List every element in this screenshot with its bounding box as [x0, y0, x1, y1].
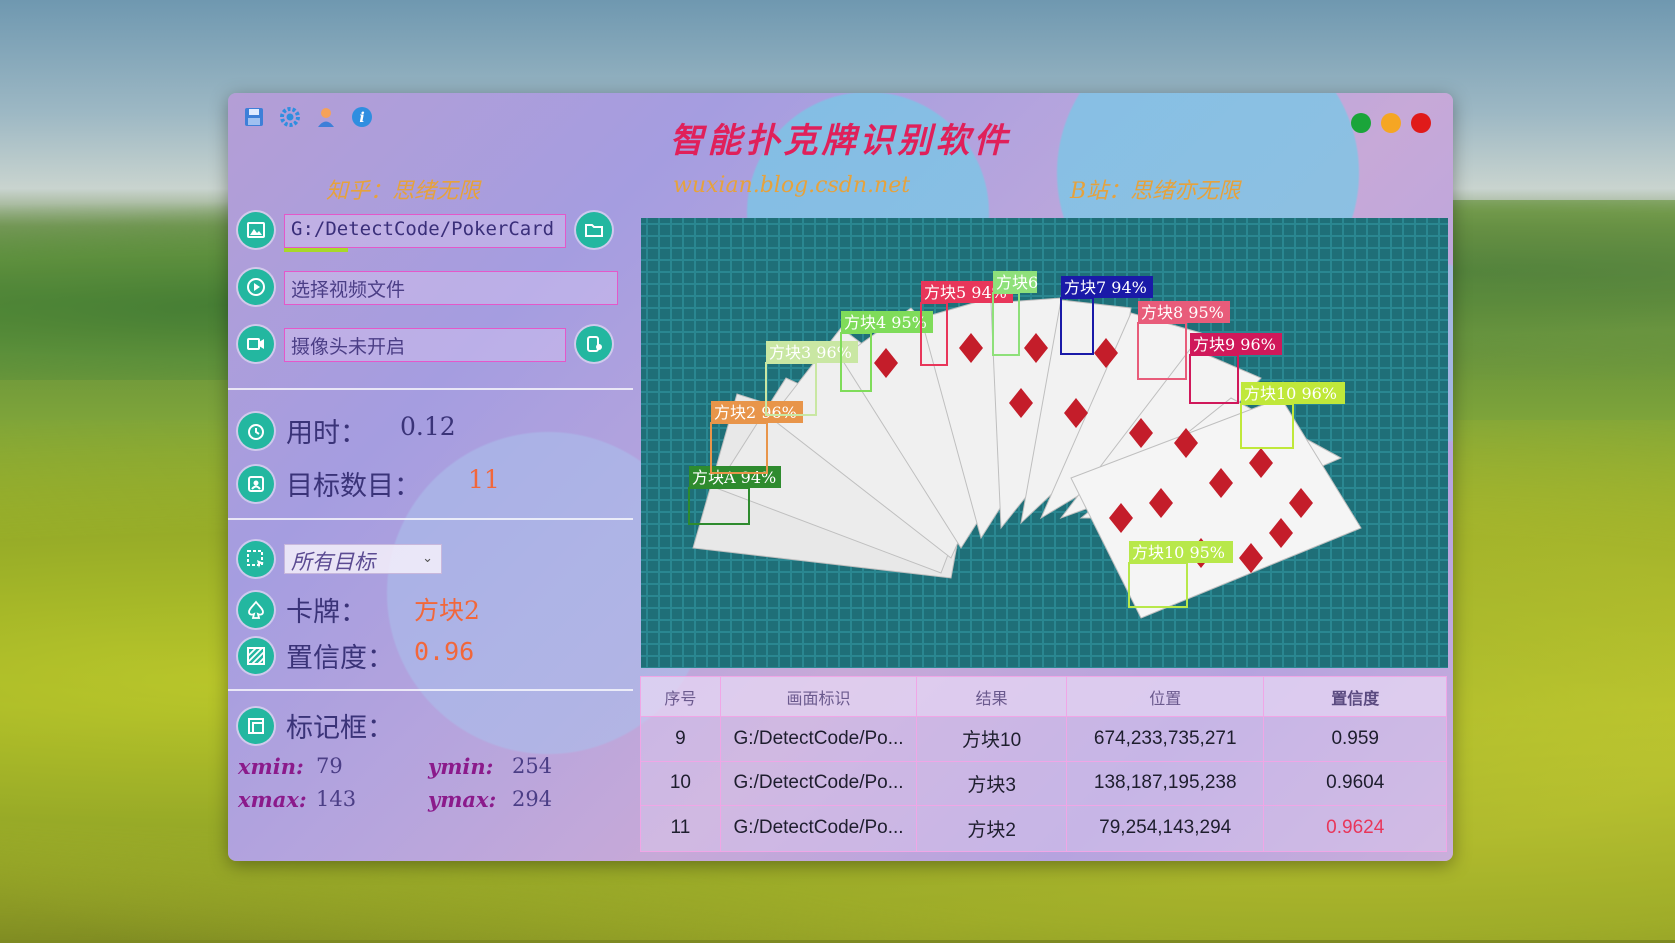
confidence-row: 置信度：	[238, 636, 394, 675]
table-header: 序号 画面标识 结果 位置 置信度	[641, 677, 1446, 717]
count-label: 目标数目：	[286, 471, 421, 502]
card-row: 卡牌：	[238, 590, 367, 629]
xmin-label: xmin:	[238, 754, 304, 779]
cell-source: G:/DetectCode/Po...	[721, 717, 918, 761]
table-row[interactable]: 9 G:/DetectCode/Po... 方块10 674,233,735,2…	[641, 717, 1446, 762]
maximize-button[interactable]	[1381, 113, 1401, 133]
xmax-value: 143	[316, 787, 357, 811]
col-result-header[interactable]: 结果	[917, 677, 1067, 716]
cell-index: 10	[641, 761, 721, 805]
confidence-value: 0.96	[414, 637, 475, 666]
detection-label: 方块6	[996, 273, 1038, 292]
cell-source: G:/DetectCode/Po...	[721, 806, 918, 851]
cell-result: 方块2	[917, 806, 1067, 851]
time-value: 0.12	[400, 412, 456, 441]
time-row: 用时：	[238, 411, 367, 450]
poker-cards-image: 方块A 94%方块2 96%方块3 96%方块4 95%方块5 94%方块6 方块…	[641, 218, 1448, 668]
cell-position: 674,233,735,271	[1067, 717, 1265, 761]
camera-icon[interactable]	[238, 326, 274, 362]
ymin-value: 254	[512, 754, 553, 778]
detection-label: 方块7 94%	[1064, 278, 1147, 297]
detection-label: 方块A 94%	[692, 468, 776, 487]
image-row	[238, 212, 274, 248]
detection-label: 方块8 95%	[1141, 303, 1224, 322]
table-row[interactable]: 10 G:/DetectCode/Po... 方块3 138,187,195,2…	[641, 761, 1446, 806]
detection-label: 方块9 96%	[1193, 335, 1276, 354]
ymax-label: ymax:	[428, 787, 497, 812]
cell-result: 方块10	[917, 717, 1067, 761]
bilibili-credit: B站：思绪亦无限	[1070, 179, 1241, 204]
detection-label: 方块10 95%	[1132, 543, 1225, 562]
section-divider	[228, 518, 633, 520]
count-row: 目标数目：	[238, 464, 421, 503]
col-confidence-header[interactable]: 置信度	[1264, 677, 1446, 716]
image-path-field[interactable]: G:/DetectCode/PokerCard	[284, 214, 566, 248]
target-select-row	[238, 541, 274, 577]
detection-label: 方块3 96%	[769, 343, 852, 362]
spade-icon	[238, 591, 274, 628]
cell-confidence: 0.9624	[1326, 817, 1385, 839]
detection-label: 方块2 96%	[714, 403, 797, 422]
cell-index: 11	[641, 806, 721, 851]
camera-row	[238, 326, 274, 362]
section-divider	[228, 388, 633, 390]
target-select[interactable]: 所有目标 ⌄	[284, 544, 442, 574]
video-file-field[interactable]: 选择视频文件	[284, 271, 618, 305]
app-window: i 智能扑克牌识别软件 知乎：思绪无限 wuxian.blog.csdn.net…	[228, 93, 1453, 861]
cell-source: G:/DetectCode/Po...	[721, 761, 918, 805]
ymax-value: 294	[512, 787, 553, 811]
detection-image: 方块A 94% 方块2 96% 方块3 96% 方块4 95% 方块5 94% 方块6 方块…	[641, 218, 1448, 668]
bbox-row: 标记框：	[238, 706, 394, 745]
col-source-header[interactable]: 画面标识	[721, 677, 918, 716]
chevron-down-icon: ⌄	[422, 551, 433, 566]
section-divider	[228, 689, 633, 691]
video-play-icon[interactable]	[238, 269, 274, 305]
col-position-header[interactable]: 位置	[1067, 677, 1265, 716]
zhihu-credit: 知乎：思绪无限	[326, 179, 481, 204]
card-label: 卡牌：	[286, 597, 367, 628]
blog-credit: wuxian.blog.csdn.net	[673, 173, 911, 198]
bounding-box-icon	[238, 707, 274, 744]
app-title: 智能扑克牌识别软件	[669, 121, 1012, 161]
camera-toggle-icon[interactable]	[576, 326, 612, 362]
confidence-label: 置信度：	[286, 643, 394, 674]
image-open-icon[interactable]	[238, 212, 274, 248]
target-select-value: 所有目标	[291, 550, 375, 574]
xmin-value: 79	[316, 754, 343, 778]
table-row-selected[interactable]: 11 G:/DetectCode/Po... 方块2 79,254,143,29…	[641, 806, 1446, 851]
control-panel: G:/DetectCode/PokerCard 选择视频文件 摄像头未开启 用时…	[228, 208, 638, 858]
target-count-icon	[238, 465, 274, 502]
select-target-icon	[238, 541, 274, 577]
video-row	[238, 269, 274, 305]
xmax-label: xmax:	[238, 787, 307, 812]
confidence-icon	[238, 637, 274, 674]
cell-index: 9	[641, 717, 721, 761]
window-controls	[1351, 113, 1431, 133]
time-label: 用时：	[286, 418, 367, 449]
cell-confidence: 0.959	[1331, 727, 1379, 749]
timer-icon	[238, 412, 274, 449]
close-button[interactable]	[1411, 113, 1431, 133]
card-value: 方块2	[414, 596, 480, 625]
detection-label: 方块4 95%	[844, 313, 927, 332]
folder-open-icon[interactable]	[576, 212, 612, 248]
detection-label: 方块10 96%	[1244, 384, 1337, 403]
cell-position: 79,254,143,294	[1067, 806, 1265, 851]
ymin-label: ymin:	[428, 754, 494, 779]
count-value: 11	[468, 465, 500, 494]
cell-position: 138,187,195,238	[1067, 761, 1265, 805]
bbox-label: 标记框：	[286, 713, 394, 744]
cell-result: 方块3	[917, 761, 1067, 805]
results-table: 序号 画面标识 结果 位置 置信度 9 G:/DetectCode/Po... …	[640, 676, 1447, 852]
minimize-button[interactable]	[1351, 113, 1371, 133]
cell-confidence: 0.9604	[1326, 772, 1385, 794]
camera-status-field[interactable]: 摄像头未开启	[284, 328, 566, 362]
col-index-header[interactable]: 序号	[641, 677, 721, 716]
path-progress-bar	[284, 248, 348, 252]
